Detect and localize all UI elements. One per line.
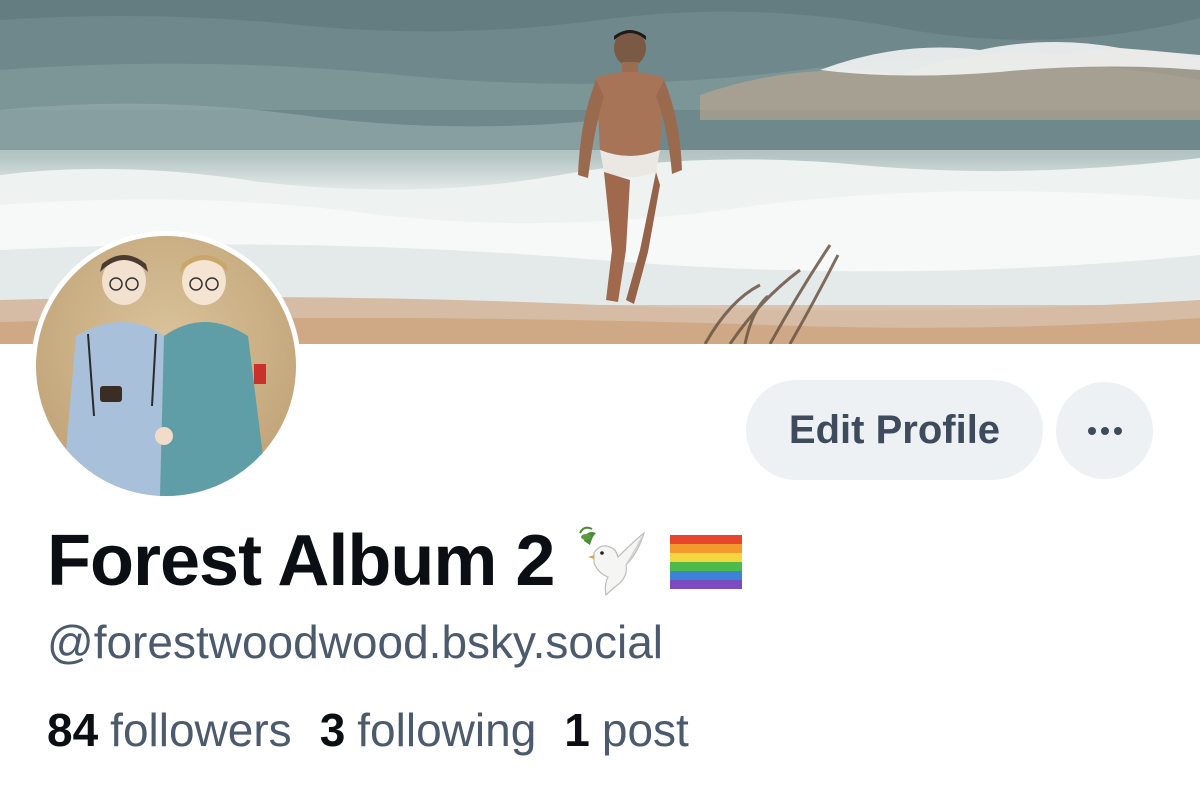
profile-page: Edit Profile Forest Album 2 @forestwoodw… [0, 0, 1200, 806]
followers-label: followers [110, 704, 292, 756]
posts-label: post [601, 704, 689, 756]
avatar-image [36, 236, 296, 496]
more-options-button[interactable] [1056, 382, 1153, 479]
dove-icon [576, 523, 648, 599]
posts-count: 1 [564, 704, 590, 756]
following-link[interactable]: 3 following [320, 703, 537, 757]
ellipsis-icon [1087, 426, 1122, 435]
edit-profile-button[interactable]: Edit Profile [746, 380, 1043, 480]
posts-link[interactable]: 1 post [564, 703, 689, 757]
avatar[interactable] [31, 231, 301, 501]
rainbow-flag-icon [670, 533, 743, 589]
following-count: 3 [319, 704, 346, 756]
followers-link[interactable]: 84 followers [47, 703, 292, 757]
display-name: Forest Album 2 [47, 521, 555, 601]
followers-count: 84 [47, 704, 99, 756]
display-name-row: Forest Album 2 [47, 516, 743, 606]
user-handle: @forestwoodwood.bsky.social [47, 616, 664, 668]
following-label: following [357, 704, 537, 756]
profile-stats: 84 followers 3 following 1 post [47, 703, 717, 757]
